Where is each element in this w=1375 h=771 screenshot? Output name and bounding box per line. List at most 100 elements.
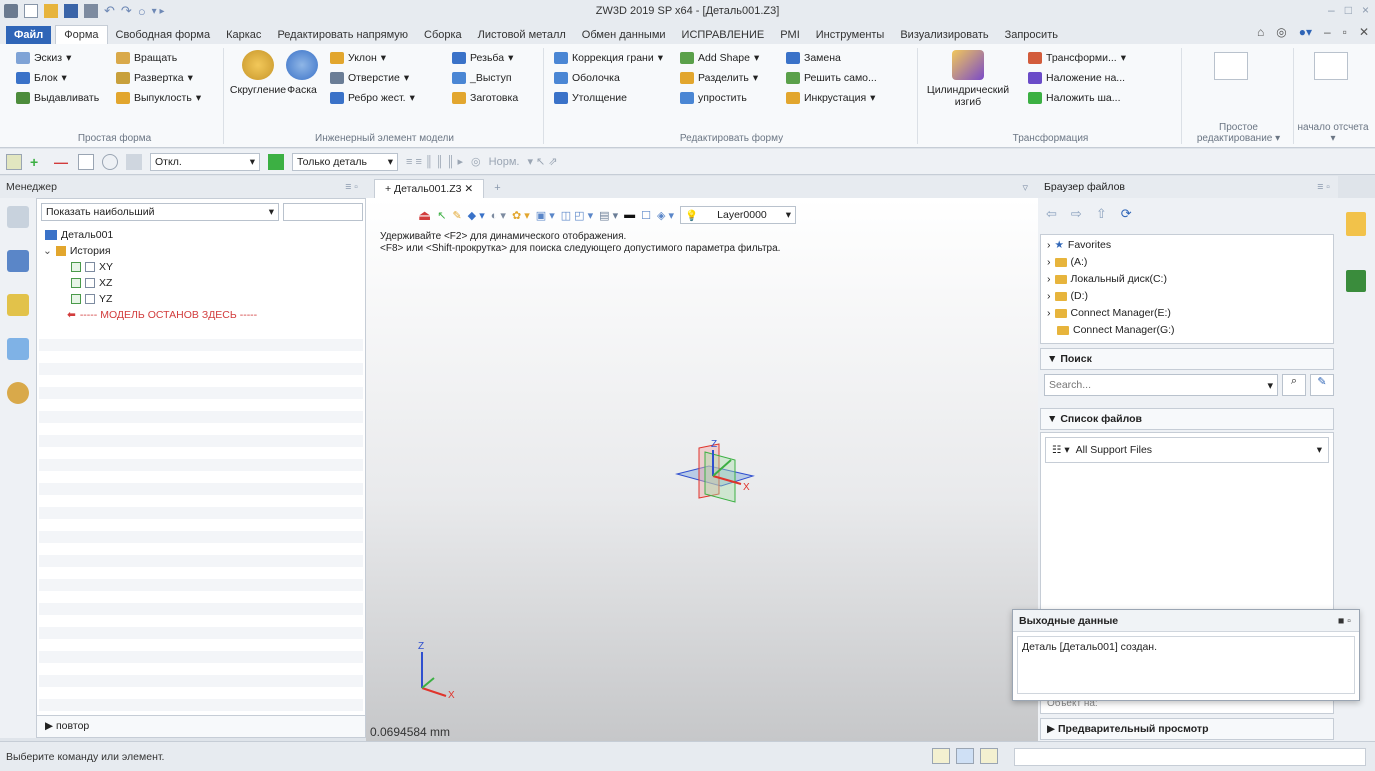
transform-button[interactable]: Трансформи... ▾: [1028, 52, 1126, 64]
refresh-icon[interactable]: ⟳: [1121, 206, 1132, 222]
collapse-ribbon-icon[interactable]: ⌂: [1257, 25, 1264, 39]
panel-menu-icon[interactable]: ▿: [1022, 181, 1028, 194]
folder-drive-c[interactable]: › Локальный диск(C:): [1047, 273, 1167, 285]
window-icon[interactable]: [980, 748, 998, 764]
folder-drive-g[interactable]: Connect Manager(G:): [1057, 324, 1175, 336]
cylindrical-bend-button[interactable]: Цилиндрический изгиб: [926, 50, 1010, 108]
group-label-simple-edit[interactable]: Простое редактирование ▾: [1184, 122, 1293, 144]
tab-assembly[interactable]: Сборка: [416, 26, 470, 44]
part-only-combo[interactable]: Только деталь ▾: [292, 152, 398, 171]
face-correction-button[interactable]: Коррекция грани ▾: [554, 52, 663, 64]
section-icon[interactable]: ◫ ◰ ▾: [561, 209, 593, 222]
tab-inquire[interactable]: Запросить: [997, 26, 1066, 44]
filter-off-combo[interactable]: Откл. ▾: [150, 152, 260, 171]
more-icon[interactable]: ▾ ▸: [152, 6, 165, 17]
line-weight-icon[interactable]: ▬: [624, 209, 635, 221]
part-filter-icon[interactable]: [268, 153, 284, 170]
appearance-icon[interactable]: ✿ ▾: [512, 209, 530, 222]
search-section-header[interactable]: ▼ Поиск: [1040, 348, 1334, 370]
tab-repair[interactable]: ИСПРАВЛЕНИЕ: [674, 26, 773, 44]
split-button[interactable]: Разделить ▾: [680, 72, 758, 84]
view-cursor-icon[interactable]: ↖: [437, 209, 446, 222]
tab-form[interactable]: Форма: [55, 25, 108, 44]
tab-direct-edit[interactable]: Редактировать напрямую: [269, 26, 416, 44]
display-icon[interactable]: ▤ ▾: [599, 209, 618, 222]
new-file-icon[interactable]: [24, 4, 38, 18]
filter-search-field[interactable]: [283, 203, 363, 221]
shade-icon[interactable]: ◆ ▾: [468, 209, 485, 222]
search-input[interactable]: [1049, 379, 1249, 391]
assembly-tab-icon[interactable]: [7, 250, 29, 272]
tab-tools[interactable]: Инструменты: [808, 26, 893, 44]
open-file-icon[interactable]: [44, 4, 58, 18]
tree-plane-xy[interactable]: XY: [71, 261, 113, 273]
history-tab-icon[interactable]: [7, 206, 29, 228]
tab-pmi[interactable]: PMI: [772, 26, 808, 44]
tab-file[interactable]: Файл: [6, 26, 52, 44]
view-exit-icon[interactable]: ⏏: [418, 207, 431, 224]
pin-icon[interactable]: ≡ ▫: [345, 181, 358, 193]
screen-icon[interactable]: [956, 748, 974, 764]
view-tab-icon[interactable]: [7, 338, 29, 360]
folder-drive-e[interactable]: › Connect Manager(E:): [1047, 307, 1171, 319]
layer-combo[interactable]: 💡 Layer0000 ▾: [680, 206, 797, 224]
inlay-button[interactable]: Инкрустация ▾: [786, 92, 875, 104]
shell-button[interactable]: Оболочка: [554, 72, 620, 84]
tab-data-exchange[interactable]: Обмен данными: [574, 26, 674, 44]
replay-section[interactable]: ▶ повтор: [37, 715, 365, 737]
resolve-self-button[interactable]: Решить само...: [786, 72, 877, 84]
replace-button[interactable]: Замена: [786, 52, 841, 64]
render-icon[interactable]: ◐ ▾: [491, 209, 506, 222]
tree-plane-yz[interactable]: YZ: [71, 293, 112, 305]
draft-button[interactable]: Уклон ▾: [330, 52, 386, 64]
simple-edit-icon[interactable]: [1214, 52, 1248, 80]
properties-tab-icon[interactable]: [7, 294, 29, 316]
thread-button[interactable]: Резьба ▾: [452, 52, 513, 64]
norm-icon[interactable]: ◎: [471, 155, 481, 168]
view-cube-icon[interactable]: ▣ ▾: [536, 209, 555, 222]
select-mode-icon[interactable]: [78, 153, 94, 170]
doc-close-icon[interactable]: ✕: [1359, 25, 1369, 39]
expand-icon[interactable]: ⌄: [43, 245, 52, 257]
remove-icon[interactable]: —: [54, 154, 70, 170]
pencil-icon[interactable]: ✎: [452, 209, 461, 222]
users-tab-icon[interactable]: [7, 382, 29, 404]
revolve-button[interactable]: Вращать: [116, 52, 177, 64]
tab-freeform[interactable]: Свободная форма: [108, 26, 219, 44]
tree-history[interactable]: ⌄ История: [43, 245, 111, 257]
new-tab-icon[interactable]: +: [494, 182, 500, 194]
tree-stop-marker[interactable]: ⬅ ----- МОДЕЛЬ ОСТАНОВ ЗДЕСЬ -----: [67, 309, 257, 321]
maximize-button[interactable]: □: [1345, 3, 1352, 17]
close-tab-icon[interactable]: ✕: [464, 183, 473, 195]
doc-restore-icon[interactable]: ▫: [1343, 25, 1347, 39]
document-tab[interactable]: + Деталь001.Z3 ✕: [374, 179, 485, 198]
stock-button[interactable]: Заготовка: [452, 92, 518, 104]
refresh-icon[interactable]: ○: [138, 4, 146, 19]
app-logo-icon[interactable]: [4, 4, 18, 18]
extrude-button[interactable]: Выдавливать: [16, 92, 99, 104]
lip-button[interactable]: _Выступ: [452, 72, 512, 84]
minimize-button[interactable]: –: [1328, 3, 1335, 17]
block-button[interactable]: Блок ▾: [16, 72, 67, 84]
3d-viewport[interactable]: ⏏ ↖ ✎ ◆ ▾ ◐ ▾ ✿ ▾ ▣ ▾ ◫ ◰ ▾ ▤ ▾ ▬ ☐ ◈ ▾ …: [366, 198, 1038, 741]
checkbox-icon[interactable]: [71, 262, 81, 272]
boss-button[interactable]: Выпуклость ▾: [116, 92, 201, 104]
close-button[interactable]: ×: [1362, 3, 1369, 17]
search-button[interactable]: ⌕: [1282, 374, 1306, 396]
back-icon[interactable]: ⇦: [1046, 206, 1057, 222]
add-shape-button[interactable]: Add Shape ▾: [680, 52, 759, 64]
grid-view-icon[interactable]: ☷ ▾: [1052, 444, 1070, 456]
fillet-button[interactable]: Скругление: [230, 50, 286, 96]
redo-icon[interactable]: ↷: [121, 3, 132, 19]
layout-icon[interactable]: [932, 748, 950, 764]
rib-button[interactable]: Ребро жест. ▾: [330, 92, 415, 104]
add-icon[interactable]: +: [30, 154, 46, 170]
tab-wireframe[interactable]: Каркас: [218, 26, 269, 44]
hole-button[interactable]: Отверстие ▾: [330, 72, 409, 84]
sweep-button[interactable]: Развертка ▾: [116, 72, 193, 84]
help-icon[interactable]: ●▾: [1299, 25, 1312, 39]
filter-icon[interactable]: [126, 153, 142, 170]
pointer-icon[interactable]: ▾ ↖ ⇗: [527, 155, 557, 168]
norm-label[interactable]: Норм.: [489, 156, 520, 168]
preview-section-header[interactable]: ▶ Предварительный просмотр: [1040, 718, 1334, 740]
